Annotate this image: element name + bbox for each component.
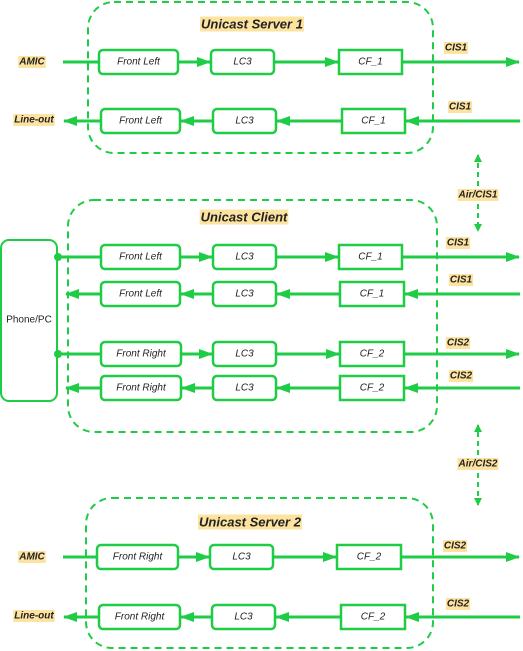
- block-label-group: Front Left: [117, 57, 161, 68]
- block-label: CF_2: [360, 383, 385, 394]
- block-label-group: LC3: [235, 349, 254, 360]
- block-label: Front Left: [119, 289, 163, 300]
- block-label-group: LC3: [235, 116, 254, 127]
- cis-label-group: CIS1: [448, 274, 474, 286]
- block-label-group: Front Left: [119, 116, 163, 127]
- block-label-group: CF_1: [361, 116, 385, 127]
- block-label-group: CF_2: [361, 612, 386, 623]
- block-label: Front Right: [113, 552, 164, 563]
- cis-label-group: CIS2: [445, 337, 471, 349]
- block-label: CF_1: [360, 289, 384, 300]
- cis-label: CIS1: [450, 275, 473, 286]
- group-title-group: Unicast Server 1: [200, 16, 304, 32]
- block-label: LC3: [235, 383, 254, 394]
- cis-label: CIS2: [444, 541, 467, 552]
- block-label: Front Right: [115, 612, 166, 623]
- audio-flow-diagram: Phone/PC Unicast Server 1 Front Left LC3 CF_…: [0, 0, 523, 651]
- block-label: LC3: [232, 552, 251, 563]
- block-label-group: LC3: [235, 289, 254, 300]
- block-label: CF_2: [357, 552, 382, 563]
- block-label: CF_1: [361, 116, 385, 127]
- group-title: Unicast Server 2: [199, 515, 302, 530]
- cis-label: CIS1: [447, 238, 470, 249]
- air-link-label-group: Air/CIS2: [457, 458, 499, 470]
- side-label: Line-out: [14, 115, 54, 126]
- block-label: Front Left: [119, 252, 163, 263]
- block-label: LC3: [234, 612, 253, 623]
- block-label-group: Front Left: [119, 252, 163, 263]
- block-label: CF_1: [358, 57, 382, 68]
- block-label-group: Front Right: [116, 349, 167, 360]
- block-label-group: Front Right: [116, 383, 167, 394]
- cis-label-group: CIS1: [445, 237, 471, 249]
- block-label: LC3: [235, 116, 254, 127]
- side-label-group: Line-out: [13, 114, 55, 126]
- cis-label-group: CIS2: [445, 598, 471, 610]
- block-label-group: LC3: [235, 252, 254, 263]
- block-label: CF_2: [360, 349, 385, 360]
- block-label: CF_2: [361, 612, 386, 623]
- block-label-group: Front Right: [115, 612, 166, 623]
- block-label-group: CF_2: [357, 552, 382, 563]
- block-label-group: Front Left: [119, 289, 163, 300]
- block-label: Front Right: [116, 383, 167, 394]
- block-label-group: LC3: [232, 552, 251, 563]
- phone-pc-label-group: Phone/PC: [6, 315, 52, 326]
- block-label-group: CF_1: [360, 289, 384, 300]
- phone-pc-label: Phone/PC: [6, 315, 52, 326]
- cis-label-group: CIS1: [447, 101, 473, 113]
- cis-label: CIS1: [449, 102, 472, 113]
- block-label-group: CF_1: [358, 57, 382, 68]
- block-label-group: Front Right: [113, 552, 164, 563]
- cis-label: CIS2: [450, 371, 473, 382]
- diagram-canvas: Phone/PC Unicast Server 1 Front Left LC3 CF_…: [0, 1, 520, 649]
- block-label-group: CF_1: [358, 252, 382, 263]
- group-title: Unicast Server 1: [201, 17, 303, 32]
- block-label-group: CF_2: [360, 383, 385, 394]
- connection-dot: [54, 350, 62, 358]
- cis-label-group: CIS2: [448, 370, 474, 382]
- air-link-label: Air/CIS2: [458, 459, 498, 470]
- side-label: Line-out: [14, 611, 54, 622]
- block-label: Front Left: [119, 116, 163, 127]
- cis-label: CIS1: [445, 43, 468, 54]
- block-label-group: LC3: [235, 383, 254, 394]
- cis-label-group: CIS1: [443, 42, 469, 54]
- block-label: LC3: [235, 349, 254, 360]
- side-label-group: AMIC: [18, 551, 46, 563]
- cis-label-group: CIS2: [442, 540, 468, 552]
- block-label: Front Left: [117, 57, 161, 68]
- connection-dot: [54, 253, 62, 261]
- group-title: Unicast Client: [201, 210, 288, 225]
- group-title-group: Unicast Client: [199, 209, 289, 225]
- side-label-group: AMIC: [18, 56, 46, 68]
- side-label-group: Line-out: [13, 610, 55, 622]
- block-label-group: CF_2: [360, 349, 385, 360]
- block-label-group: LC3: [234, 612, 253, 623]
- air-link-label: Air/CIS1: [458, 190, 498, 201]
- block-label: CF_1: [358, 252, 382, 263]
- block-label: Front Right: [116, 349, 167, 360]
- cis-label: CIS2: [447, 338, 470, 349]
- cis-label: CIS2: [447, 599, 470, 610]
- side-label: AMIC: [18, 57, 45, 68]
- block-label-group: LC3: [233, 57, 252, 68]
- block-label: LC3: [235, 252, 254, 263]
- block-label: LC3: [235, 289, 254, 300]
- side-label: AMIC: [18, 552, 45, 563]
- group-title-group: Unicast Server 2: [198, 514, 302, 530]
- air-link-label-group: Air/CIS1: [457, 189, 499, 201]
- block-label: LC3: [233, 57, 252, 68]
